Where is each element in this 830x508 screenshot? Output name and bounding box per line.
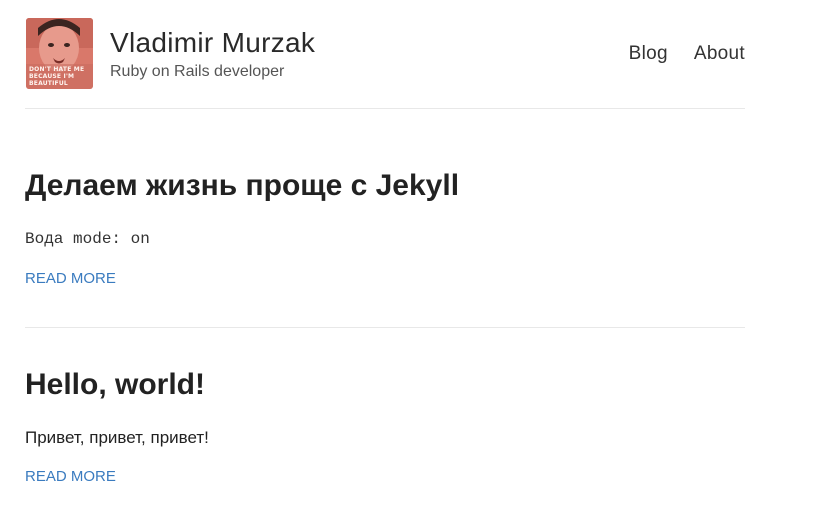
post-title[interactable]: Hello, world! — [25, 367, 205, 403]
read-more-link[interactable]: READ MORE — [25, 467, 116, 487]
site-header: DON'T HATE ME BECAUSE I'M BEAUTIFUL Vlad… — [25, 0, 745, 109]
main-nav: Blog About — [629, 42, 745, 66]
post-excerpt: Вода mode: on — [25, 230, 150, 248]
site-title[interactable]: Vladimir Murzak — [110, 26, 315, 60]
nav-link-about[interactable]: About — [694, 42, 745, 66]
read-more-link[interactable]: READ MORE — [25, 269, 116, 289]
nav-link-blog[interactable]: Blog — [629, 42, 668, 66]
post-item: Делаем жизнь проще с Jekyll Вода mode: o… — [25, 109, 745, 328]
post-title[interactable]: Делаем жизнь проще с Jekyll — [25, 168, 459, 204]
avatar[interactable]: DON'T HATE ME BECAUSE I'M BEAUTIFUL — [26, 18, 93, 89]
site-subtitle: Ruby on Rails developer — [110, 63, 285, 80]
avatar-caption: DON'T HATE ME BECAUSE I'M BEAUTIFUL — [29, 66, 85, 87]
post-item: Hello, world! Привет, привет, привет! RE… — [25, 328, 745, 507]
post-excerpt: Привет, привет, привет! — [25, 428, 209, 447]
page: DON'T HATE ME BECAUSE I'M BEAUTIFUL Vlad… — [25, 0, 745, 507]
